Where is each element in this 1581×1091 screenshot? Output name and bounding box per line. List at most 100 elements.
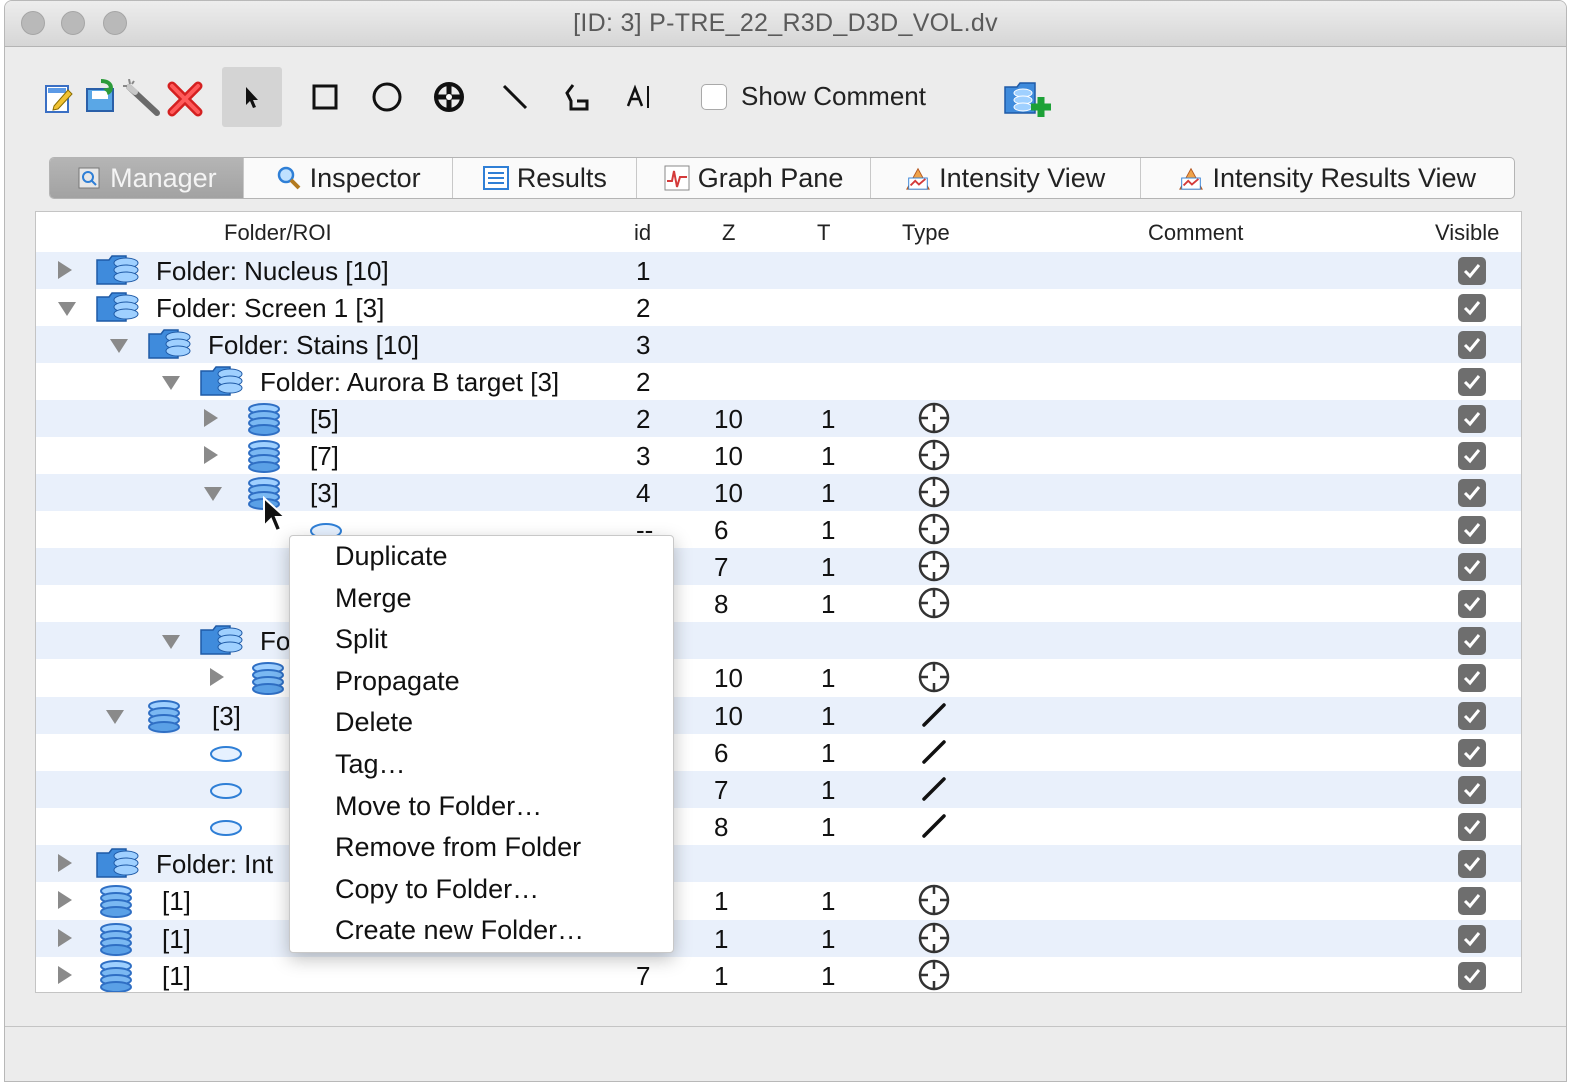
tab-results[interactable]: Results: [453, 158, 638, 198]
tab-inspector[interactable]: Inspector: [244, 158, 454, 198]
polyline-tool-button[interactable]: [547, 67, 607, 127]
table-row[interactable]: Fo: [36, 622, 1521, 659]
tab-graph-pane[interactable]: Graph Pane: [637, 158, 871, 198]
show-comment-toggle[interactable]: Show Comment: [701, 81, 926, 112]
disclosure-expanded-icon[interactable]: [110, 339, 128, 353]
visible-checkbox[interactable]: [1458, 813, 1486, 841]
visible-checkbox[interactable]: [1458, 925, 1486, 953]
visible-checkbox[interactable]: [1458, 553, 1486, 581]
menu-item-move-to-folder[interactable]: Move to Folder…: [335, 791, 542, 822]
disclosure-expanded-icon[interactable]: [106, 710, 124, 724]
table-row[interactable]: Folder: Int: [36, 845, 1521, 882]
header-z[interactable]: Z: [722, 220, 735, 246]
table-row[interactable]: [7] 3 10 1: [36, 437, 1521, 474]
visible-checkbox[interactable]: [1458, 739, 1486, 767]
menu-item-copy-to-folder[interactable]: Copy to Folder…: [335, 874, 539, 905]
visible-checkbox[interactable]: [1458, 294, 1486, 322]
header-visible[interactable]: Visible: [1435, 220, 1499, 246]
visible-checkbox[interactable]: [1458, 442, 1486, 470]
menu-item-create-new-folder[interactable]: Create new Folder…: [335, 915, 584, 946]
disclosure-expanded-icon[interactable]: [162, 635, 180, 649]
tab-label: Inspector: [309, 162, 421, 193]
delete-icon[interactable]: [165, 79, 205, 119]
header-type[interactable]: Type: [902, 220, 950, 246]
edit-icon[interactable]: [43, 81, 75, 115]
menu-item-split[interactable]: Split: [335, 624, 388, 655]
disclosure-expanded-icon[interactable]: [162, 376, 180, 390]
disclosure-collapsed-icon[interactable]: [204, 409, 218, 427]
menu-item-merge[interactable]: Merge: [335, 583, 412, 614]
table-row[interactable]: 10 1: [36, 659, 1521, 696]
row-t: 1: [821, 441, 836, 471]
table-row[interactable]: 71: [36, 548, 1521, 585]
table-row[interactable]: 61: [36, 734, 1521, 771]
header-folder-roi[interactable]: Folder/ROI: [224, 220, 332, 246]
table-row[interactable]: [5] 2 10 1: [36, 400, 1521, 437]
header-comment[interactable]: Comment: [1148, 220, 1243, 246]
select-tool-button[interactable]: [222, 67, 282, 127]
visible-checkbox[interactable]: [1458, 664, 1486, 692]
table-row[interactable]: Folder: Aurora B target [3] 2: [36, 363, 1521, 400]
folder-icon: [96, 847, 140, 886]
menu-item-propagate[interactable]: Propagate: [335, 666, 460, 697]
disclosure-collapsed-icon[interactable]: [58, 854, 72, 872]
magic-wand-icon[interactable]: [123, 79, 163, 117]
table-row[interactable]: [3] 10 1: [36, 697, 1521, 734]
visible-checkbox[interactable]: [1458, 887, 1486, 915]
visible-checkbox[interactable]: [1458, 405, 1486, 433]
add-folder-icon[interactable]: [1003, 79, 1053, 121]
visible-checkbox[interactable]: [1458, 627, 1486, 655]
table-row[interactable]: 81: [36, 585, 1521, 622]
menu-item-delete[interactable]: Delete: [335, 707, 413, 738]
tab-manager[interactable]: Manager: [50, 158, 244, 198]
disclosure-collapsed-icon[interactable]: [210, 668, 224, 686]
visible-checkbox[interactable]: [1458, 702, 1486, 730]
disclosure-collapsed-icon[interactable]: [58, 966, 72, 984]
disclosure-collapsed-icon[interactable]: [58, 261, 72, 279]
header-id[interactable]: id: [634, 220, 651, 246]
text-tool-button[interactable]: [609, 67, 669, 127]
point-type-icon: [916, 400, 952, 436]
visible-checkbox[interactable]: [1458, 257, 1486, 285]
visible-checkbox[interactable]: [1458, 590, 1486, 618]
disclosure-collapsed-icon[interactable]: [58, 929, 72, 947]
menu-item-tag[interactable]: Tag…: [335, 749, 406, 780]
table-row[interactable]: [3] 4 10 1: [36, 474, 1521, 511]
rectangle-tool-button[interactable]: [295, 67, 355, 127]
point-type-icon: [916, 585, 952, 621]
visible-checkbox[interactable]: [1458, 479, 1486, 507]
table-row[interactable]: Folder: Nucleus [10] 1: [36, 252, 1521, 289]
line-tool-button[interactable]: [485, 67, 545, 127]
disclosure-expanded-icon[interactable]: [204, 487, 222, 501]
table-row[interactable]: 71: [36, 771, 1521, 808]
table-row[interactable]: -- 6 1: [36, 511, 1521, 548]
visible-checkbox[interactable]: [1458, 776, 1486, 804]
visible-checkbox[interactable]: [1458, 331, 1486, 359]
row-t: 1: [821, 701, 836, 731]
visible-checkbox[interactable]: [1458, 850, 1486, 878]
point-tool-button[interactable]: [419, 67, 479, 127]
show-comment-checkbox[interactable]: [701, 83, 727, 110]
roi-group-icon: [98, 959, 134, 992]
menu-item-duplicate[interactable]: Duplicate: [335, 541, 448, 572]
tab-intensity-view[interactable]: Intensity View: [871, 158, 1141, 198]
table-row[interactable]: 81: [36, 808, 1521, 845]
disclosure-collapsed-icon[interactable]: [204, 446, 218, 464]
table-row[interactable]: [1] 7 1 1: [36, 957, 1521, 992]
table-row[interactable]: Folder: Screen 1 [3] 2: [36, 289, 1521, 326]
header-t[interactable]: T: [817, 220, 830, 246]
visible-checkbox[interactable]: [1458, 516, 1486, 544]
menu-item-remove-from-folder[interactable]: Remove from Folder: [335, 832, 581, 863]
tab-intensity-results-view[interactable]: Intensity Results View: [1141, 158, 1514, 198]
point-type-icon: [916, 920, 952, 956]
ellipse-tool-button[interactable]: [357, 67, 417, 127]
row-t: 1: [821, 478, 836, 508]
table-row[interactable]: Folder: Stains [10] 3: [36, 326, 1521, 363]
table-row[interactable]: [1] 1 1: [36, 882, 1521, 919]
visible-checkbox[interactable]: [1458, 368, 1486, 396]
table-row[interactable]: [1] 1 1: [36, 920, 1521, 957]
disclosure-collapsed-icon[interactable]: [58, 891, 72, 909]
save-icon[interactable]: [83, 79, 119, 115]
disclosure-expanded-icon[interactable]: [58, 302, 76, 316]
visible-checkbox[interactable]: [1458, 962, 1486, 990]
